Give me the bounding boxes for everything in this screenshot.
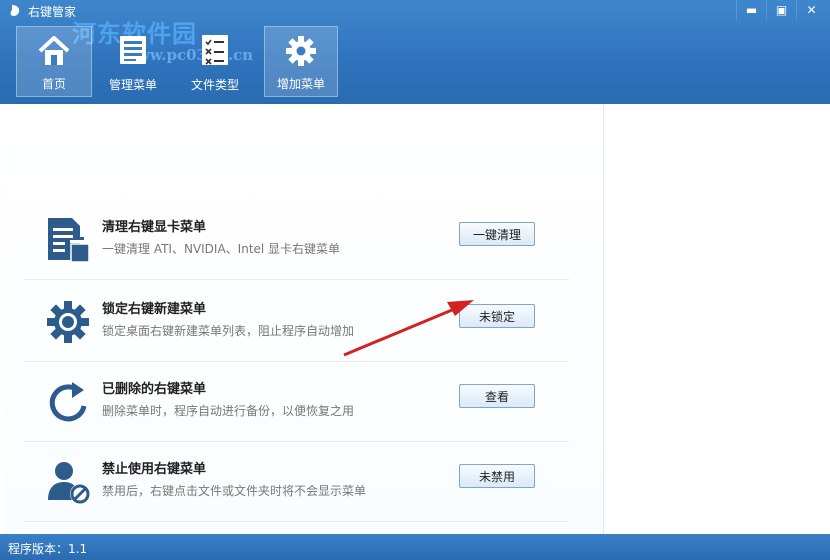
tab-home[interactable]: 首页: [16, 26, 92, 97]
tab-manage-menu[interactable]: 管理菜单: [92, 26, 174, 97]
user-block-icon: [48, 462, 90, 504]
list-item-clean-gpu-menu: 清理右键显卡菜单 一键清理 ATI、NVIDIA、Intel 显卡右键菜单 一键…: [24, 200, 569, 280]
item-title: 已删除的右键菜单: [102, 382, 207, 397]
list-item-deleted-menus: 已删除的右键菜单 删除菜单时，程序自动进行备份，以便恢复之用 查看: [24, 362, 569, 442]
one-click-clean-button[interactable]: 一键清理: [459, 222, 535, 246]
menu-list-icon: [120, 36, 146, 64]
item-description: 锁定桌面右键新建菜单列表，阻止程序自动增加: [102, 324, 355, 338]
restore-button[interactable]: ▣: [766, 0, 796, 20]
status-bar: 程序版本：1.1: [0, 534, 830, 560]
item-description: 删除菜单时，程序自动进行备份，以便恢复之用: [102, 404, 355, 418]
checklist-icon: [202, 35, 228, 65]
gear-icon: [47, 301, 89, 343]
item-title: 锁定右键新建菜单: [102, 302, 207, 317]
window-controls: ▬ ▣ ✕: [736, 0, 826, 20]
item-title: 清理右键显卡菜单: [102, 220, 207, 235]
tab-manage-menu-label: 管理菜单: [108, 78, 157, 92]
list-item-disable-context-menu: 禁止使用右键菜单 禁用后，右键点击文件或文件夹时将不会显示菜单 未禁用: [24, 442, 569, 522]
clean-document-icon: [48, 218, 90, 263]
main-content: 清理右键显卡菜单 一键清理 ATI、NVIDIA、Intel 显卡右键菜单 一键…: [4, 104, 604, 534]
home-icon: [38, 36, 70, 65]
gear-icon: [286, 36, 316, 66]
item-description: 禁用后，右键点击文件或文件夹时将不会显示菜单: [102, 484, 367, 498]
version-label: 程序版本：1.1: [8, 542, 88, 556]
side-panel: [605, 104, 830, 534]
app-logo-icon: [10, 5, 20, 16]
view-button[interactable]: 查看: [459, 384, 535, 408]
tab-add-menu-label: 增加菜单: [276, 77, 325, 91]
tab-file-type-label: 文件类型: [190, 78, 239, 92]
list-item-lock-new-menu: 锁定右键新建菜单 锁定桌面右键新建菜单列表，阻止程序自动增加 未锁定: [24, 282, 569, 362]
minimize-button[interactable]: ▬: [736, 0, 766, 20]
tab-home-label: 首页: [41, 77, 66, 91]
item-description: 一键清理 ATI、NVIDIA、Intel 显卡右键菜单: [102, 242, 341, 256]
item-title: 禁止使用右键菜单: [102, 462, 207, 477]
disable-toggle-button[interactable]: 未禁用: [459, 464, 535, 488]
tab-file-type[interactable]: 文件类型: [174, 26, 256, 97]
app-title: 右键管家: [28, 5, 77, 19]
main-toolbar: 首页 管理菜单 文件类型 增加菜单: [16, 26, 338, 97]
refresh-icon: [49, 382, 87, 422]
header: 右键管家 ▬ ▣ ✕ 河东软件园 www.pc0359.cn 首页 管理菜单 文…: [0, 0, 830, 104]
close-button[interactable]: ✕: [796, 0, 826, 20]
app-window: 右键管家 ▬ ▣ ✕ 河东软件园 www.pc0359.cn 首页 管理菜单 文…: [0, 0, 830, 560]
lock-toggle-button[interactable]: 未锁定: [459, 304, 535, 328]
tab-add-menu[interactable]: 增加菜单: [264, 26, 338, 97]
